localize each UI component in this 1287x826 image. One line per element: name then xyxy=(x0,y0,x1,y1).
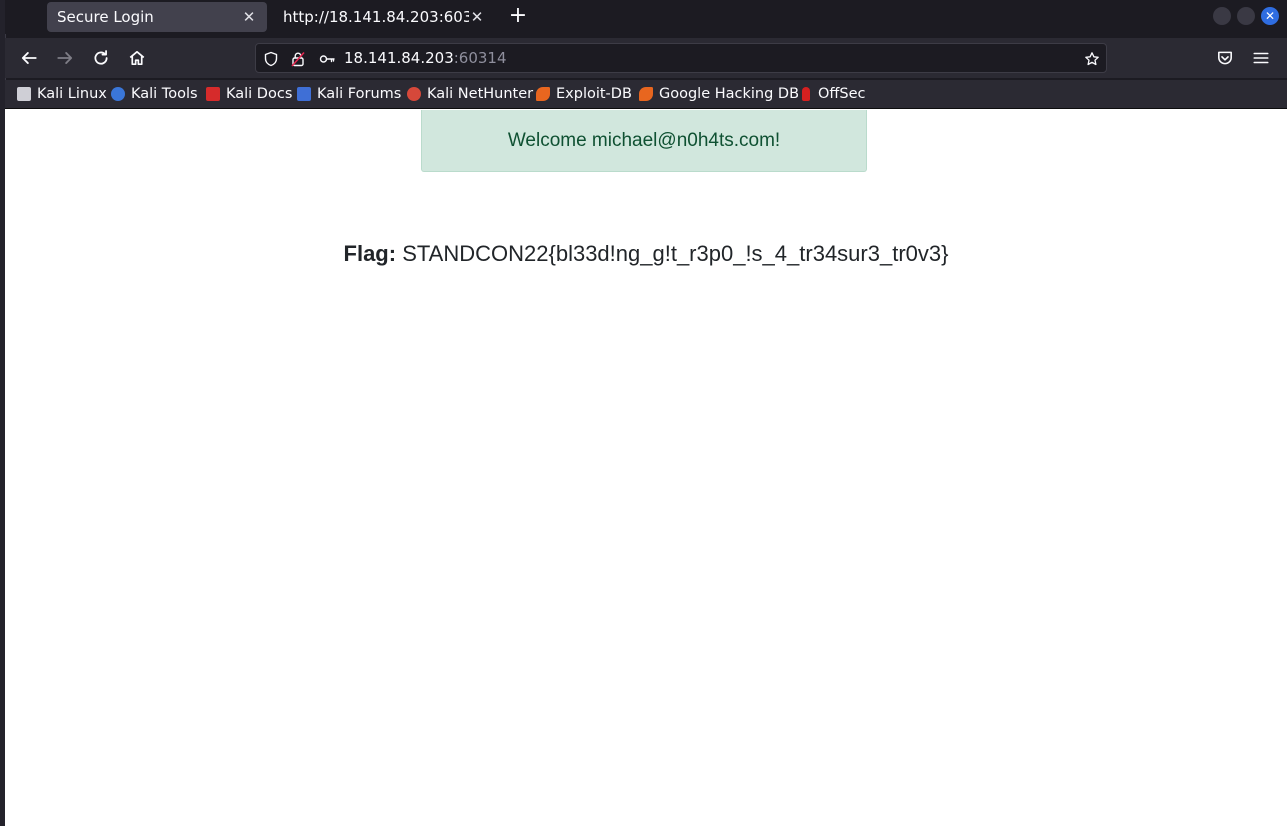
bookmark-google-hacking-db[interactable]: Google Hacking DB xyxy=(639,83,799,105)
navigation-toolbar: 18.141.84.203:60314 xyxy=(5,38,1287,78)
welcome-message: Welcome michael@n0h4ts.com! xyxy=(507,129,781,151)
key-icon[interactable] xyxy=(318,50,336,68)
bookmark-label: Kali Forums xyxy=(317,86,402,102)
flag-label: Flag: xyxy=(343,241,397,266)
offsec-icon xyxy=(802,87,810,101)
bookmark-kali-tools[interactable]: Kali Tools xyxy=(111,83,198,105)
bookmark-kali-forums[interactable]: Kali Forums xyxy=(297,83,401,105)
pocket-button[interactable] xyxy=(1211,44,1239,72)
hamburger-menu-icon xyxy=(1253,52,1269,64)
ghdb-icon xyxy=(639,87,653,101)
url-port: :60314 xyxy=(453,49,507,67)
back-arrow-icon xyxy=(21,52,37,64)
bookmark-label: Kali Linux xyxy=(37,86,107,102)
insecure-lock-icon[interactable] xyxy=(289,50,307,68)
maximize-button[interactable] xyxy=(1237,7,1255,25)
welcome-alert: Welcome michael@n0h4ts.com! xyxy=(421,110,867,172)
bookmark-kali-nethunter[interactable]: Kali NetHunter xyxy=(407,83,533,105)
close-tab-icon[interactable]: ✕ xyxy=(241,8,257,26)
bookmark-kali-linux[interactable]: Kali Linux xyxy=(17,83,107,105)
bookmark-label: Google Hacking DB xyxy=(659,86,800,102)
bookmark-label: OffSec xyxy=(818,86,866,102)
bookmark-exploit-db[interactable]: Exploit-DB xyxy=(536,83,632,105)
exploit-db-icon xyxy=(536,87,550,101)
home-icon xyxy=(129,50,145,66)
flag-value: STANDCON22{bl33d!ng_g!t_r3p0_!s_4_tr34su… xyxy=(402,241,949,266)
kali-tools-icon xyxy=(111,87,125,101)
page-content: Welcome michael@n0h4ts.com! Flag: STANDC… xyxy=(5,109,1287,826)
forward-arrow-icon xyxy=(57,52,73,64)
nethunter-icon xyxy=(407,87,421,101)
pocket-icon xyxy=(1218,51,1232,65)
tab-title: Secure Login xyxy=(57,8,154,26)
close-tab-icon[interactable]: ✕ xyxy=(469,8,485,26)
back-button[interactable] xyxy=(15,44,43,72)
bookmark-label: Exploit-DB xyxy=(556,86,632,102)
reload-button[interactable] xyxy=(87,44,115,72)
tracking-protection-shield-icon[interactable] xyxy=(262,50,280,68)
minimize-button[interactable] xyxy=(1213,7,1231,25)
close-window-button[interactable]: ✕ xyxy=(1261,7,1279,25)
kali-forums-icon xyxy=(297,87,311,101)
tab-bar: Secure Login ✕ http://18.141.84.203:6031… xyxy=(5,0,1287,34)
forward-button[interactable] xyxy=(51,44,79,72)
url-host: 18.141.84.203 xyxy=(344,49,454,67)
kali-docs-icon xyxy=(206,87,220,101)
kali-dragon-icon xyxy=(17,87,31,101)
bookmark-kali-docs[interactable]: Kali Docs xyxy=(206,83,292,105)
tab-url[interactable]: http://18.141.84.203:60314/ ✕ xyxy=(273,2,495,32)
reload-icon xyxy=(94,50,108,65)
url-bar[interactable]: 18.141.84.203:60314 xyxy=(255,43,1107,73)
tab-secure-login[interactable]: Secure Login ✕ xyxy=(47,2,267,32)
url-text[interactable]: 18.141.84.203:60314 xyxy=(344,49,507,67)
bookmark-offsec[interactable]: OffSec xyxy=(799,83,866,105)
bookmark-star-icon[interactable] xyxy=(1083,50,1101,68)
new-tab-button[interactable]: + xyxy=(505,4,531,30)
menu-button[interactable] xyxy=(1247,44,1275,72)
bookmark-label: Kali NetHunter xyxy=(427,86,534,102)
home-button[interactable] xyxy=(123,44,151,72)
bookmark-label: Kali Tools xyxy=(131,86,198,102)
tab-title: http://18.141.84.203:60314/ xyxy=(283,8,469,26)
bookmark-label: Kali Docs xyxy=(226,86,293,102)
flag-line: Flag: STANDCON22{bl33d!ng_g!t_r3p0_!s_4_… xyxy=(5,241,1287,267)
bookmarks-toolbar: Kali Linux Kali Tools Kali Docs Kali For… xyxy=(5,80,1287,109)
